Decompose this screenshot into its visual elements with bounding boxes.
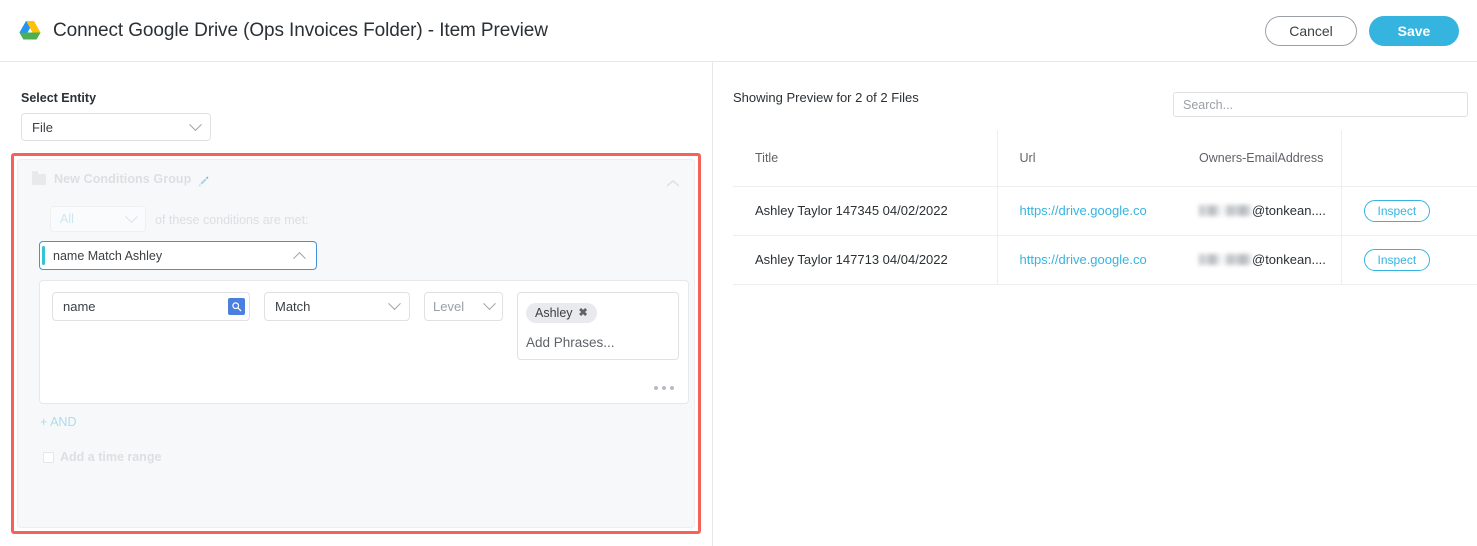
highlight-outline: New Conditions Group All [11, 153, 701, 534]
condition-field-input[interactable]: name [52, 292, 250, 321]
conditions-panel: Select Entity File New Conditions Group [0, 62, 712, 546]
chevron-up-icon [293, 252, 306, 265]
conditions-met-text: of these conditions are met: [155, 213, 309, 227]
condition-operator-value: Match [275, 299, 310, 314]
cell-url: https://drive.google.co [997, 235, 1177, 284]
condition-editor-card: name Match [39, 280, 689, 404]
add-and-condition-link[interactable]: + AND [40, 415, 76, 429]
select-entity-label: Select Entity [21, 91, 96, 105]
chevron-down-icon [388, 297, 401, 310]
header-actions: Cancel Save [1265, 16, 1477, 46]
preview-panel: Showing Preview for 2 of 2 Files Title U… [713, 62, 1477, 546]
phrases-box[interactable]: Ashley ✖ Add Phrases... [517, 292, 679, 360]
google-drive-icon [18, 20, 42, 42]
accent-bar [42, 246, 45, 265]
preview-table-head: Title Url Owners-EmailAddress [733, 130, 1477, 186]
search-input[interactable] [1173, 92, 1468, 117]
cell-owner-email: @tonkean.... [1177, 235, 1341, 284]
ellipsis-dot [654, 386, 658, 390]
redacted-name [1199, 205, 1251, 216]
conditions-group-card: New Conditions Group All [17, 159, 695, 528]
conditions-group-title: New Conditions Group [54, 172, 191, 186]
cell-actions: Inspect [1341, 235, 1477, 284]
column-header-url[interactable]: Url [997, 130, 1177, 186]
cell-owner-email: @tonkean.... [1177, 186, 1341, 235]
condition-controls-row: name Match [52, 292, 679, 360]
chevron-down-icon [189, 118, 202, 131]
column-header-owners-email[interactable]: Owners-EmailAddress [1177, 130, 1341, 186]
file-url-link[interactable]: https://drive.google.co [1020, 252, 1147, 267]
owner-email-value: @tonkean.... [1199, 252, 1341, 267]
inspect-button[interactable]: Inspect [1364, 200, 1431, 222]
phrase-chip[interactable]: Ashley ✖ [526, 303, 597, 323]
condition-level-select[interactable]: Level [424, 292, 503, 321]
file-url-link[interactable]: https://drive.google.co [1020, 203, 1147, 218]
match-mode-value: All [60, 212, 74, 226]
collapse-group-icon[interactable] [666, 175, 680, 184]
cell-title: Ashley Taylor 147345 04/02/2022 [733, 186, 997, 235]
header-left-group: Connect Google Drive (Ops Invoices Folde… [0, 20, 548, 42]
chevron-down-icon [483, 297, 496, 310]
condition-level-value: Level [433, 299, 464, 314]
magnifier-icon[interactable] [228, 298, 245, 315]
email-domain: @tonkean.... [1252, 252, 1326, 267]
cell-actions: Inspect [1341, 186, 1477, 235]
page-title: Connect Google Drive (Ops Invoices Folde… [53, 20, 548, 42]
cancel-button[interactable]: Cancel [1265, 16, 1357, 46]
conditions-group-header: New Conditions Group [32, 172, 209, 186]
add-time-range-checkbox[interactable] [43, 452, 54, 463]
preview-title: Showing Preview for 2 of 2 Files [733, 90, 919, 105]
inspect-button[interactable]: Inspect [1364, 249, 1431, 271]
owner-email-value: @tonkean.... [1199, 203, 1341, 218]
table-header-row: Title Url Owners-EmailAddress [733, 130, 1477, 186]
body-area: Select Entity File New Conditions Group [0, 62, 1477, 546]
cell-title: Ashley Taylor 147713 04/04/2022 [733, 235, 997, 284]
pencil-icon[interactable] [198, 174, 209, 185]
chevron-down-icon [125, 210, 138, 223]
save-button[interactable]: Save [1369, 16, 1459, 46]
match-mode-select[interactable]: All [50, 206, 146, 232]
table-row[interactable]: Ashley Taylor 147713 04/04/2022 https://… [733, 235, 1477, 284]
redacted-name [1199, 254, 1251, 265]
app-header: Connect Google Drive (Ops Invoices Folde… [0, 0, 1477, 62]
column-header-title[interactable]: Title [733, 130, 997, 186]
condition-summary-text: name Match Ashley [53, 249, 162, 263]
add-time-range-row[interactable]: Add a time range [43, 450, 161, 464]
ellipsis-dot [662, 386, 666, 390]
column-header-actions [1341, 130, 1477, 186]
entity-select-value: File [32, 120, 53, 135]
phrase-chip-label: Ashley [535, 306, 573, 320]
condition-field-value: name [63, 299, 96, 314]
table-row[interactable]: Ashley Taylor 147345 04/02/2022 https://… [733, 186, 1477, 235]
cell-url: https://drive.google.co [997, 186, 1177, 235]
ellipsis-dot [670, 386, 674, 390]
preview-table: Title Url Owners-EmailAddress Ashley Tay… [733, 130, 1477, 285]
preview-table-body: Ashley Taylor 147345 04/02/2022 https://… [733, 186, 1477, 284]
condition-operator-select[interactable]: Match [264, 292, 410, 321]
ellipsis-icon[interactable] [654, 386, 674, 390]
add-phrases-input[interactable]: Add Phrases... [518, 323, 678, 359]
add-time-range-label: Add a time range [60, 450, 161, 464]
email-domain: @tonkean.... [1252, 203, 1326, 218]
condition-summary-field[interactable]: name Match Ashley [39, 241, 317, 270]
entity-select[interactable]: File [21, 113, 211, 141]
close-icon[interactable]: ✖ [579, 308, 588, 319]
folder-icon [32, 174, 46, 185]
